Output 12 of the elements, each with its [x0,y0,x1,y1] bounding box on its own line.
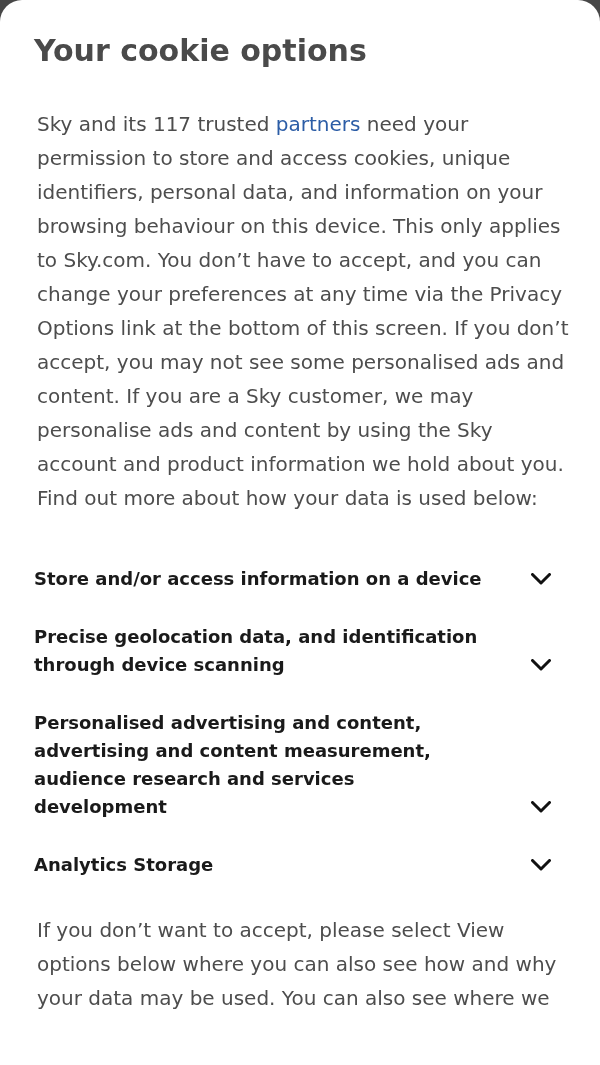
accordion-header[interactable]: Personalised advertising and content, advertising and content measurement, audience research and services development [34,709,551,821]
partners-link[interactable]: partners [275,112,361,136]
chevron-down-icon [531,573,551,585]
dialog-title: Your cookie options [34,32,368,70]
chevron-down-icon [531,859,551,871]
chevron-down-icon [531,659,551,671]
intro-paragraph: Sky and its 117 trusted partners need your permission to store and access cookies, unique identifiers, personal data, and information on your browsing behaviour on this device. This only applies to Sky.com. You don’t have to accept, and you can change your preferences at any time via the Privacy Options link at the bottom of this screen. If you don’t accept, you may not see some personalised ads and content. If you are a Sky customer, we may personalise ads and content by using the Sky account and product information we hold about you. Find out more about how your data is used below: [37,111,570,512]
footer-paragraph: If you don’t want to accept, please select View options below where you can also see how and why your data may be used. You can also see where we [37,917,558,1012]
accordion-header[interactable]: Store and/or access information on a device [34,565,551,593]
accordion-header[interactable]: Analytics Storage [34,851,551,879]
accordion-header[interactable]: Precise geolocation data, and identification through device scanning [34,623,551,679]
chevron-down-icon [531,801,551,813]
